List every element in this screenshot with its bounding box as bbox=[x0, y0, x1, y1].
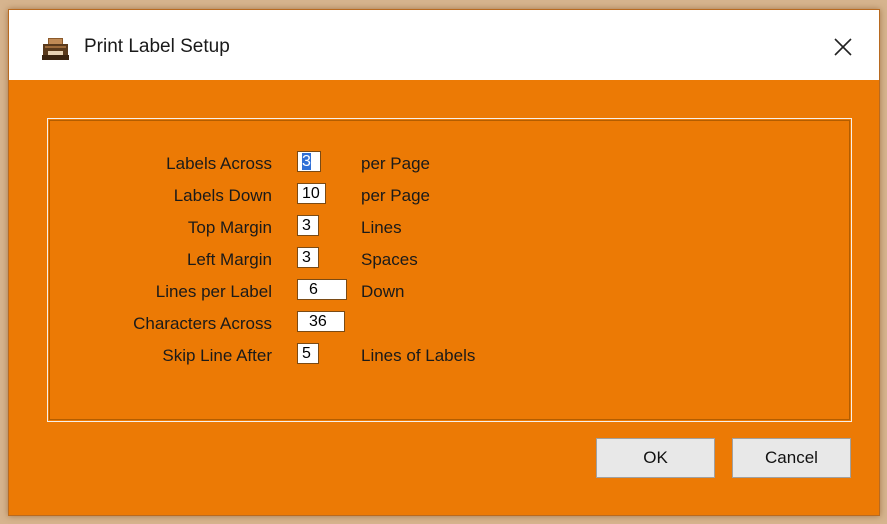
lines-per-label-value: 6 bbox=[309, 281, 318, 298]
row-skip-line-after: Skip Line After 5 Lines of Labels bbox=[48, 343, 843, 369]
close-icon[interactable] bbox=[824, 30, 860, 62]
top-margin-input[interactable]: 3 bbox=[297, 215, 319, 236]
characters-across-label: Characters Across bbox=[133, 314, 272, 333]
left-margin-input[interactable]: 3 bbox=[297, 247, 319, 268]
printer-app-icon bbox=[42, 38, 69, 60]
lines-per-label-unit: Down bbox=[361, 282, 405, 301]
labels-down-label: Labels Down bbox=[173, 186, 272, 205]
top-margin-value: 3 bbox=[302, 217, 311, 234]
row-left-margin: Left Margin 3 Spaces bbox=[48, 247, 843, 273]
labels-down-unit: per Page bbox=[361, 186, 430, 205]
title-bar: Print Label Setup bbox=[9, 10, 879, 80]
row-labels-down: Labels Down 10 per Page bbox=[48, 183, 843, 209]
labels-across-value: 3 bbox=[302, 153, 311, 170]
dialog-title: Print Label Setup bbox=[84, 36, 230, 57]
left-margin-unit: Spaces bbox=[361, 250, 418, 269]
labels-across-label: Labels Across bbox=[166, 154, 272, 173]
label-settings-group: Labels Across 3 per Page Labels Down 10 … bbox=[47, 118, 852, 422]
top-margin-unit: Lines bbox=[361, 218, 402, 237]
top-margin-label: Top Margin bbox=[187, 218, 272, 237]
labels-across-unit: per Page bbox=[361, 154, 430, 173]
characters-across-value: 36 bbox=[309, 313, 327, 330]
row-labels-across: Labels Across 3 per Page bbox=[48, 151, 843, 177]
labels-down-input[interactable]: 10 bbox=[297, 183, 326, 204]
ok-button[interactable]: OK bbox=[596, 438, 715, 478]
left-margin-label: Left Margin bbox=[186, 250, 272, 269]
left-margin-value: 3 bbox=[302, 249, 311, 266]
characters-across-input[interactable]: 36 bbox=[297, 311, 345, 332]
row-lines-per-label: Lines per Label 6 Down bbox=[48, 279, 843, 305]
skip-line-after-label: Skip Line After bbox=[162, 346, 272, 365]
cancel-button[interactable]: Cancel bbox=[732, 438, 851, 478]
skip-line-after-input[interactable]: 5 bbox=[297, 343, 319, 364]
skip-line-after-unit: Lines of Labels bbox=[361, 346, 476, 365]
labels-down-value: 10 bbox=[302, 185, 320, 202]
row-characters-across: Characters Across 36 bbox=[48, 311, 843, 337]
labels-across-input[interactable]: 3 bbox=[297, 151, 321, 172]
row-top-margin: Top Margin 3 Lines bbox=[48, 215, 843, 241]
lines-per-label-label: Lines per Label bbox=[155, 282, 272, 301]
print-label-setup-dialog: Print Label Setup Labels Across 3 per Pa… bbox=[8, 9, 880, 516]
skip-line-after-value: 5 bbox=[302, 345, 311, 362]
lines-per-label-input[interactable]: 6 bbox=[297, 279, 347, 300]
